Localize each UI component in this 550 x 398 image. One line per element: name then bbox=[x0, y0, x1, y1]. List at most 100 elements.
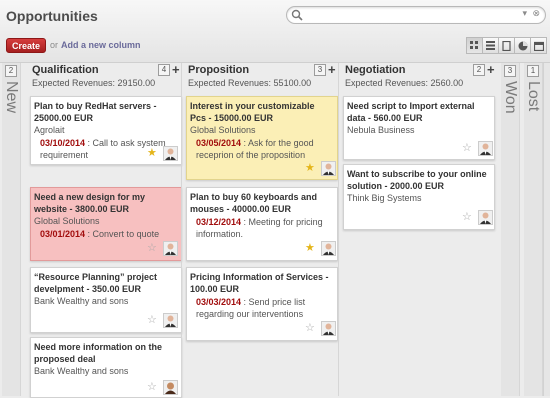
quick-create-plus-icon[interactable]: + bbox=[328, 62, 336, 77]
activity-date: 03/05/2014 bbox=[196, 138, 242, 148]
card-activity: 03/12/2014 : Meeting for pricing informa… bbox=[196, 216, 326, 240]
salesperson-avatar bbox=[478, 210, 493, 225]
card-title: “Resource Planning” project develpment -… bbox=[34, 272, 158, 294]
activity-date: 03/10/2014 bbox=[40, 138, 86, 148]
page-title: Opportunities bbox=[6, 8, 98, 24]
column-title: Lost bbox=[525, 81, 542, 112]
opportunity-card[interactable]: Interest in your customizable Pcs - 1500… bbox=[186, 96, 338, 180]
opportunity-card[interactable]: Want to subscribe to your online solutio… bbox=[343, 164, 495, 230]
kanban-view-icon[interactable] bbox=[466, 37, 483, 54]
column-count-badge: 1 bbox=[527, 65, 539, 77]
add-column-link[interactable]: Add a new column bbox=[61, 40, 141, 50]
card-partner: Agrolait bbox=[34, 125, 65, 135]
create-button[interactable]: Create bbox=[6, 38, 46, 53]
salesperson-avatar bbox=[163, 313, 178, 328]
priority-star-icon[interactable]: ☆ bbox=[462, 143, 472, 154]
folded-column-won[interactable]: 3 Won bbox=[501, 63, 520, 396]
opportunity-card[interactable]: Pricing Information of Services - 100.00… bbox=[186, 267, 338, 341]
card-title: Need a new design for my website - 3800.… bbox=[34, 192, 146, 214]
column-title: Proposition bbox=[188, 64, 250, 76]
column-divider bbox=[181, 63, 182, 396]
opportunity-card[interactable]: Need script to Import external data - 56… bbox=[343, 96, 495, 160]
salesperson-avatar bbox=[321, 241, 336, 256]
column-count-badge: 2 bbox=[5, 65, 17, 77]
search-icon bbox=[291, 9, 303, 21]
priority-star-icon[interactable]: ★ bbox=[147, 148, 157, 159]
priority-star-icon[interactable]: ☆ bbox=[147, 315, 157, 326]
opportunity-card[interactable]: Plan to buy 60 keyboards and mouses - 40… bbox=[186, 187, 338, 261]
vertical-scrollbar[interactable] bbox=[543, 63, 550, 396]
expected-revenues: Expected Revenues: 55100.00 bbox=[188, 78, 312, 88]
card-title: Want to subscribe to your online solutio… bbox=[347, 169, 487, 191]
quick-create-plus-icon[interactable]: + bbox=[487, 62, 495, 77]
activity-date: 03/01/2014 bbox=[40, 229, 86, 239]
folded-column-lost[interactable]: 1 Lost bbox=[524, 63, 543, 396]
calendar-view-icon[interactable] bbox=[530, 37, 547, 54]
column-count-badge: 3 bbox=[314, 64, 326, 76]
activity-date: 03/12/2014 bbox=[196, 217, 242, 227]
column-header: Proposition 3 + Expected Revenues: 55100… bbox=[184, 62, 336, 95]
priority-star-icon[interactable]: ☆ bbox=[305, 323, 315, 334]
column-count-badge: 4 bbox=[158, 64, 170, 76]
list-view-icon[interactable] bbox=[482, 37, 499, 54]
kanban-board: 2 New Qualification 4 + Expected Revenue… bbox=[0, 62, 550, 398]
view-switcher bbox=[466, 37, 547, 54]
graph-view-icon[interactable] bbox=[514, 37, 531, 54]
card-partner: Global Solutions bbox=[34, 216, 100, 226]
salesperson-avatar bbox=[321, 321, 336, 336]
column-title: Won bbox=[502, 81, 519, 114]
card-title: Plan to buy 60 keyboards and mouses - 40… bbox=[190, 192, 318, 214]
column-count-badge: 2 bbox=[473, 64, 485, 76]
opportunity-card[interactable]: Need more information on the proposed de… bbox=[30, 337, 182, 398]
card-title: Interest in your customizable Pcs - 1500… bbox=[190, 101, 315, 123]
column-proposition: Proposition 3 + Expected Revenues: 55100… bbox=[184, 62, 338, 396]
or-label: or bbox=[50, 40, 59, 50]
card-partner: Bank Wealthy and sons bbox=[34, 366, 129, 376]
column-header: Qualification 4 + Expected Revenues: 291… bbox=[28, 62, 180, 95]
column-qualification: Qualification 4 + Expected Revenues: 291… bbox=[28, 62, 182, 398]
card-activity: 03/05/2014 : Ask for the good receprion … bbox=[196, 137, 326, 161]
priority-star-icon[interactable]: ★ bbox=[305, 163, 315, 174]
column-title: Qualification bbox=[32, 64, 99, 76]
salesperson-avatar bbox=[163, 146, 178, 161]
clear-search-icon[interactable]: ⊗ bbox=[532, 8, 540, 19]
card-partner: Nebula Business bbox=[347, 125, 415, 135]
column-count-badge: 3 bbox=[504, 65, 516, 77]
opportunity-card[interactable]: Need a new design for my website - 3800.… bbox=[30, 187, 182, 261]
card-title: Need script to Import external data - 56… bbox=[347, 101, 475, 123]
column-title: New bbox=[3, 81, 20, 114]
salesperson-avatar bbox=[321, 161, 336, 176]
activity-text: : Convert to quote bbox=[85, 229, 160, 239]
card-activity: 03/01/2014 : Convert to quote bbox=[40, 228, 170, 240]
expected-revenues: Expected Revenues: 2560.00 bbox=[345, 78, 464, 88]
card-title: Pricing Information of Services - 100.00… bbox=[190, 272, 329, 294]
column-negotiation: Negotiation 2 + Expected Revenues: 2560.… bbox=[341, 62, 495, 396]
opportunity-card[interactable]: Plan to buy RedHat servers - 25000.00 EU… bbox=[30, 96, 182, 165]
column-divider bbox=[338, 63, 339, 396]
form-view-icon[interactable] bbox=[498, 37, 515, 54]
card-partner: Bank Wealthy and sons bbox=[34, 296, 129, 306]
salesperson-avatar bbox=[478, 141, 493, 156]
top-bar: Opportunities ▾ ⊗ Create or Add a new co… bbox=[0, 0, 550, 63]
card-partner: Global Solutions bbox=[190, 125, 256, 135]
search-input[interactable] bbox=[305, 8, 517, 22]
column-header: Negotiation 2 + Expected Revenues: 2560.… bbox=[341, 62, 495, 95]
priority-star-icon[interactable]: ☆ bbox=[147, 243, 157, 254]
column-title: Negotiation bbox=[345, 64, 406, 76]
folded-column-new[interactable]: 2 New bbox=[2, 63, 21, 396]
search-dropdown-icon[interactable]: ▾ bbox=[522, 8, 527, 19]
expected-revenues: Expected Revenues: 29150.00 bbox=[32, 78, 156, 88]
salesperson-avatar bbox=[163, 241, 178, 256]
card-partner: Think Big Systems bbox=[347, 193, 422, 203]
search-box[interactable]: ▾ ⊗ bbox=[286, 6, 546, 24]
priority-star-icon[interactable]: ☆ bbox=[147, 382, 157, 393]
activity-date: 03/03/2014 bbox=[196, 297, 242, 307]
priority-star-icon[interactable]: ☆ bbox=[462, 212, 472, 223]
salesperson-avatar bbox=[163, 380, 178, 395]
priority-star-icon[interactable]: ★ bbox=[305, 243, 315, 254]
card-title: Need more information on the proposed de… bbox=[34, 342, 163, 364]
opportunity-card[interactable]: “Resource Planning” project develpment -… bbox=[30, 267, 182, 333]
card-title: Plan to buy RedHat servers - 25000.00 EU… bbox=[34, 101, 157, 123]
card-activity: 03/03/2014 : Send price list regarding o… bbox=[196, 296, 326, 320]
quick-create-plus-icon[interactable]: + bbox=[172, 62, 180, 77]
